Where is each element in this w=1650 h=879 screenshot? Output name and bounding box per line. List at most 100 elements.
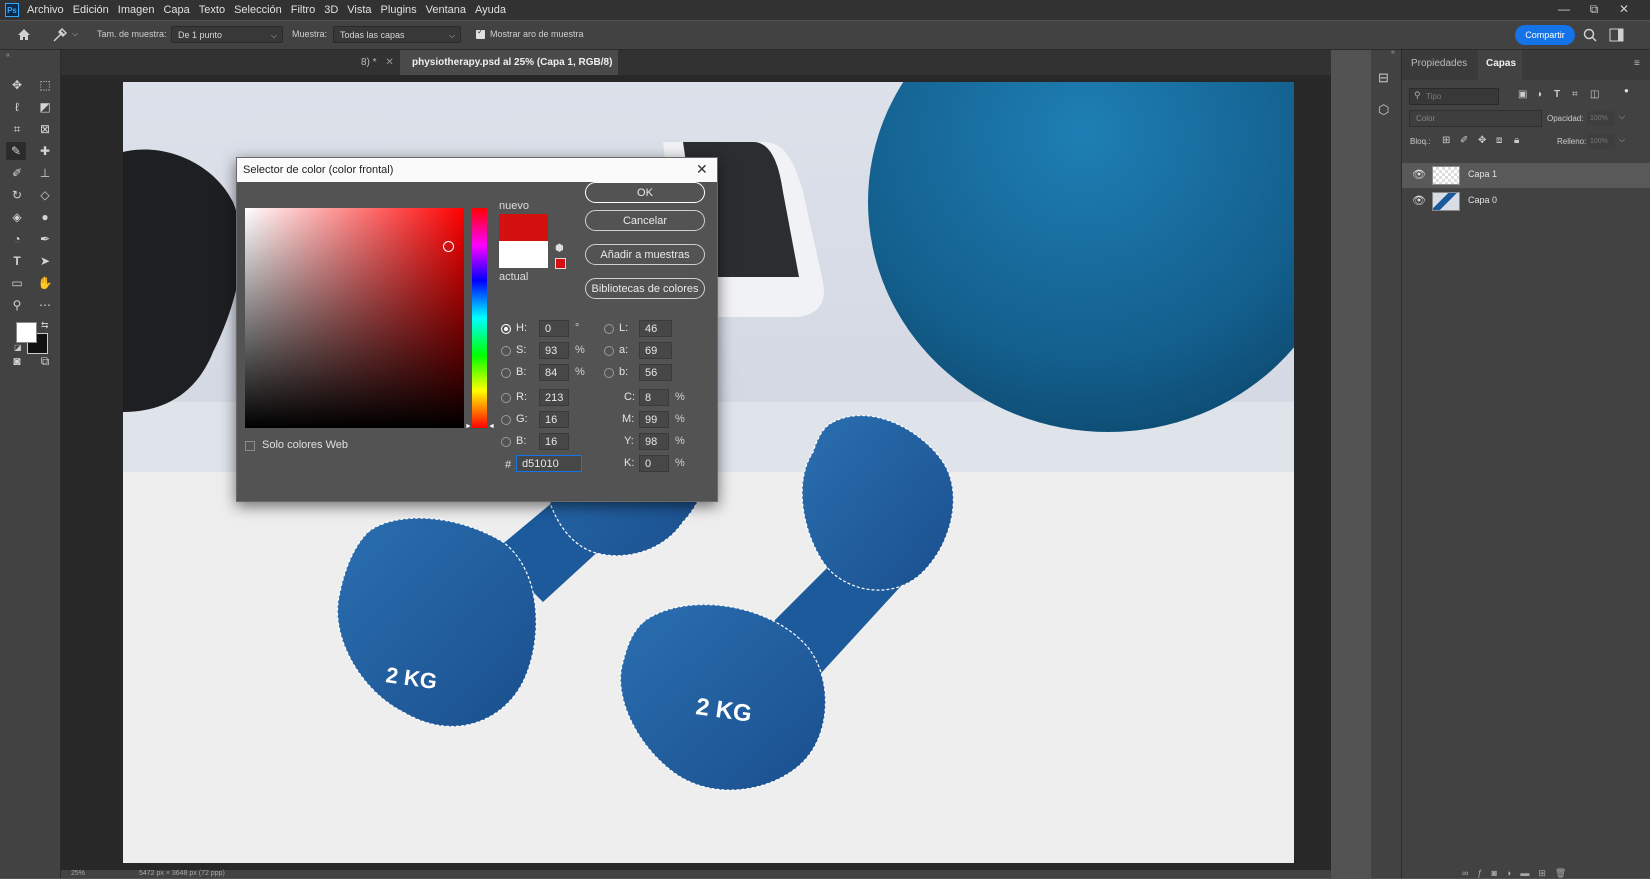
add-to-swatches-button[interactable]: Añadir a muestras bbox=[585, 244, 705, 265]
frame-tool-icon[interactable]: ⊠ bbox=[35, 120, 55, 138]
marquee-tool-icon[interactable]: ⬚ bbox=[35, 76, 55, 94]
pen-tool-icon[interactable]: ✒ bbox=[35, 230, 55, 248]
close-window-icon[interactable]: ✕ bbox=[1609, 0, 1639, 20]
menu-item-1[interactable]: Edición bbox=[73, 4, 109, 16]
new-layer-icon[interactable]: ⊞ bbox=[1538, 868, 1555, 878]
workspace-icon[interactable] bbox=[1609, 28, 1624, 42]
eraser-tool-icon[interactable]: ◇ bbox=[35, 186, 55, 204]
fx-icon[interactable]: ƒ bbox=[1477, 868, 1491, 878]
hand-tool-icon[interactable]: ✋ bbox=[35, 274, 55, 292]
swap-colors-icon[interactable]: ⇆ bbox=[41, 320, 49, 331]
ok-button[interactable]: OK bbox=[585, 182, 705, 203]
visibility-eye-icon[interactable]: 👁︎ bbox=[1412, 168, 1426, 181]
object-selection-tool-icon[interactable]: ◩ bbox=[35, 98, 55, 116]
menu-item-11[interactable]: Ayuda bbox=[475, 4, 506, 16]
cyan-input[interactable]: 8 bbox=[639, 389, 669, 406]
visibility-eye-icon[interactable]: 👁︎ bbox=[1412, 194, 1426, 207]
lab-b-input[interactable]: 56 bbox=[639, 364, 672, 381]
sample-size-select[interactable]: De 1 punto ⌵ bbox=[171, 26, 283, 43]
adjustment-layer-icon[interactable]: ◑ bbox=[1506, 868, 1520, 878]
color-libraries-button[interactable]: Bibliotecas de colores bbox=[585, 278, 705, 299]
history-brush-tool-icon[interactable]: ↻ bbox=[7, 186, 27, 204]
saturation-input[interactable]: 93 bbox=[539, 342, 569, 359]
type-tool-icon[interactable]: T bbox=[7, 252, 27, 270]
sample-select[interactable]: Todas las capas ⌵ bbox=[333, 26, 461, 43]
menu-item-5[interactable]: Selección bbox=[234, 4, 282, 16]
red-input[interactable]: 213 bbox=[539, 389, 569, 406]
green-radio[interactable] bbox=[501, 415, 511, 425]
menu-item-9[interactable]: Plugins bbox=[381, 4, 417, 16]
rectangle-tool-icon[interactable]: ▭ bbox=[7, 274, 27, 292]
lasso-tool-icon[interactable]: ℓ bbox=[7, 98, 27, 116]
lab-a-radio[interactable] bbox=[604, 346, 614, 356]
lock-pixels-icon[interactable]: ✐ bbox=[1460, 135, 1468, 146]
crop-tool-icon[interactable]: ⌗ bbox=[7, 120, 27, 138]
magenta-input[interactable]: 99 bbox=[639, 411, 669, 428]
blur-tool-icon[interactable]: ● bbox=[35, 208, 55, 226]
paint-bucket-tool-icon[interactable]: ◈ bbox=[7, 208, 27, 226]
tab-layers[interactable]: Capas bbox=[1486, 58, 1516, 69]
menu-item-0[interactable]: Archivo bbox=[27, 4, 64, 16]
new-group-icon[interactable]: ▬ bbox=[1520, 868, 1538, 878]
tab-physiotherapy[interactable]: physiotherapy.psd al 25% (Capa 1, RGB/8) bbox=[400, 50, 618, 75]
link-layers-icon[interactable]: ∞ bbox=[1462, 868, 1477, 878]
search-icon[interactable] bbox=[1583, 28, 1597, 42]
lock-all-icon[interactable]: 🔒︎ bbox=[1514, 135, 1519, 146]
foreground-color-swatch[interactable] bbox=[16, 322, 37, 343]
lab-l-radio[interactable] bbox=[604, 324, 614, 334]
blue-input[interactable]: 16 bbox=[539, 433, 569, 450]
close-tab-icon[interactable]: ✕ bbox=[385, 57, 393, 68]
dodge-tool-icon[interactable]: ◔ bbox=[7, 230, 27, 248]
gamut-warning-icon[interactable]: ⬢ bbox=[555, 243, 564, 254]
eyedropper-tool-icon[interactable] bbox=[52, 27, 68, 43]
hue-input[interactable]: 0 bbox=[539, 320, 569, 337]
restore-icon[interactable]: ⧉ bbox=[1579, 0, 1609, 20]
zoom-tool-icon[interactable]: ⚲ bbox=[7, 296, 27, 314]
close-icon[interactable]: ✕ bbox=[696, 161, 708, 178]
filter-pixel-icon[interactable]: ▣ bbox=[1518, 89, 1527, 100]
lock-transparent-icon[interactable]: ⊞ bbox=[1442, 135, 1450, 146]
tool-preset-chevron-icon[interactable]: ⌵ bbox=[72, 29, 78, 39]
green-input[interactable]: 16 bbox=[539, 411, 569, 428]
filter-toggle-icon[interactable]: ● bbox=[1624, 86, 1629, 95]
hue-slider-right-arrow[interactable]: ◄ bbox=[488, 423, 495, 430]
fill-input[interactable]: 100% bbox=[1587, 134, 1615, 149]
brightness-input[interactable]: 84 bbox=[539, 364, 569, 381]
red-radio[interactable] bbox=[501, 393, 511, 403]
menu-item-2[interactable]: Imagen bbox=[118, 4, 155, 16]
current-color-swatch[interactable] bbox=[499, 241, 548, 268]
hex-input[interactable]: d51010 bbox=[516, 455, 582, 472]
filter-smart-object-icon[interactable]: ◫ bbox=[1590, 89, 1599, 100]
cancel-button[interactable]: Cancelar bbox=[585, 210, 705, 231]
adjustments-icon[interactable]: ⊟ bbox=[1378, 70, 1389, 86]
path-selection-tool-icon[interactable]: ➤ bbox=[35, 252, 55, 270]
healing-brush-tool-icon[interactable]: ✚ bbox=[35, 142, 55, 160]
menu-item-7[interactable]: 3D bbox=[324, 4, 338, 16]
saturation-radio[interactable] bbox=[501, 346, 511, 356]
more-tools-icon[interactable]: ⋯ bbox=[35, 296, 55, 314]
lab-l-input[interactable]: 46 bbox=[639, 320, 672, 337]
blend-mode-select[interactable]: Color bbox=[1409, 110, 1542, 127]
delete-layer-icon[interactable]: 🗑︎ bbox=[1555, 868, 1575, 878]
menu-item-10[interactable]: Ventana bbox=[426, 4, 466, 16]
filter-shape-icon[interactable]: ⌗ bbox=[1572, 89, 1578, 100]
eyedropper-tool-icon[interactable]: ✎ bbox=[6, 142, 26, 160]
menu-item-8[interactable]: Vista bbox=[347, 4, 371, 16]
add-mask-icon[interactable]: ◙ bbox=[1491, 868, 1505, 878]
collapse-icon[interactable]: « bbox=[6, 52, 10, 59]
lock-artboard-icon[interactable]: ⧈ bbox=[1496, 135, 1502, 146]
3d-cube-icon[interactable]: ⬡ bbox=[1378, 102, 1389, 118]
chevron-down-icon[interactable]: ⌵ bbox=[1619, 135, 1625, 145]
filter-type-icon[interactable]: T bbox=[1554, 89, 1560, 100]
lab-a-input[interactable]: 69 bbox=[639, 342, 672, 359]
menu-item-4[interactable]: Texto bbox=[199, 4, 225, 16]
default-colors-icon[interactable]: ◪ bbox=[14, 343, 22, 352]
move-tool-icon[interactable]: ✥ bbox=[7, 76, 27, 94]
opacity-input[interactable]: 100% bbox=[1587, 111, 1615, 126]
menu-item-6[interactable]: Filtro bbox=[291, 4, 315, 16]
layer-row-capa-0[interactable]: 👁︎ Capa 0 bbox=[1402, 189, 1650, 214]
layer-row-capa-1[interactable]: 👁︎ Capa 1 bbox=[1402, 163, 1650, 188]
filter-adjustment-icon[interactable]: ◑ bbox=[1536, 89, 1542, 100]
web-colors-only-checkbox[interactable] bbox=[245, 441, 255, 451]
brush-tool-icon[interactable]: ✐ bbox=[7, 164, 27, 182]
